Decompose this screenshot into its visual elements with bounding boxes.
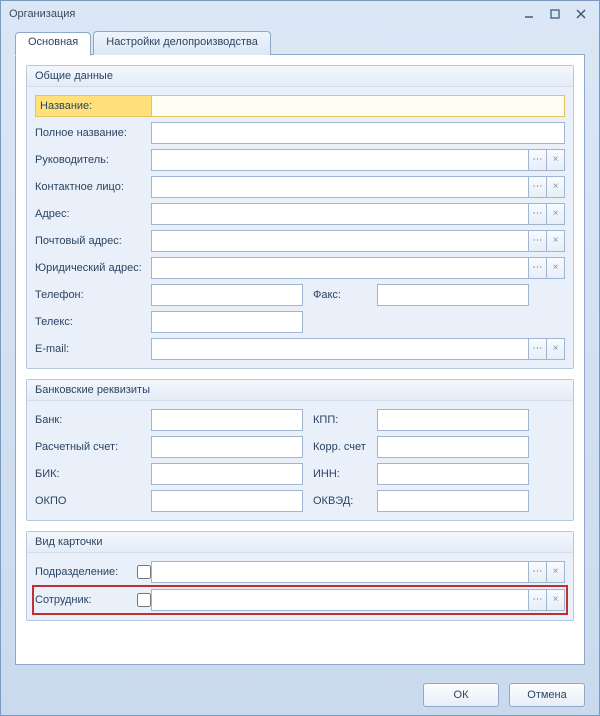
manager-clear-button[interactable]: × [547, 149, 565, 171]
label-manager: Руководитель: [35, 154, 151, 166]
contact-browse-button[interactable]: ⋯ [529, 176, 547, 198]
label-full-name: Полное название: [35, 127, 151, 139]
ellipsis-icon: ⋯ [533, 567, 543, 577]
corr-input[interactable] [377, 436, 529, 458]
ellipsis-icon: ⋯ [533, 182, 543, 192]
ellipsis-icon: ⋯ [533, 263, 543, 273]
cancel-button[interactable]: Отмена [509, 683, 585, 707]
email-input[interactable] [151, 338, 529, 360]
bank-input[interactable] [151, 409, 303, 431]
dept-checkbox[interactable] [137, 565, 151, 579]
label-postal: Почтовый адрес: [35, 235, 151, 247]
clear-icon: × [553, 595, 559, 605]
emp-input[interactable] [151, 589, 529, 611]
emp-checkbox[interactable] [137, 593, 151, 607]
group-card-header: Вид карточки [27, 532, 573, 553]
group-bank-header: Банковские реквизиты [27, 380, 573, 401]
tab-panel-main: Общие данные Название: Полное название: [15, 54, 585, 665]
inn-input[interactable] [377, 463, 529, 485]
label-corr: Корр. счет [303, 441, 377, 453]
email-clear-button[interactable]: × [547, 338, 565, 360]
clear-icon: × [553, 209, 559, 219]
ellipsis-icon: ⋯ [533, 595, 543, 605]
postal-input[interactable] [151, 230, 529, 252]
label-phone: Телефон: [35, 289, 151, 301]
bik-input[interactable] [151, 463, 303, 485]
footer: ОК Отмена [1, 675, 599, 715]
label-email: E-mail: [35, 343, 151, 355]
maximize-button[interactable] [545, 6, 565, 22]
clear-icon: × [553, 236, 559, 246]
dept-clear-button[interactable]: × [547, 561, 565, 583]
label-name: Название: [35, 95, 151, 117]
clear-icon: × [553, 344, 559, 354]
close-button[interactable] [571, 6, 591, 22]
legal-clear-button[interactable]: × [547, 257, 565, 279]
label-okved: ОКВЭД: [303, 495, 377, 507]
content-area: Основная Настройки делопроизводства Общи… [1, 27, 599, 675]
email-browse-button[interactable]: ⋯ [529, 338, 547, 360]
label-dept: Подразделение: [35, 566, 131, 578]
ellipsis-icon: ⋯ [533, 344, 543, 354]
organization-window: Организация Основная Настройки делопроиз… [0, 0, 600, 716]
ellipsis-icon: ⋯ [533, 209, 543, 219]
manager-browse-button[interactable]: ⋯ [529, 149, 547, 171]
group-bank: Банковские реквизиты Банк: КПП: Расчетны… [26, 379, 574, 521]
clear-icon: × [553, 263, 559, 273]
group-general-header: Общие данные [27, 66, 573, 87]
acc-input[interactable] [151, 436, 303, 458]
label-telex: Телекс: [35, 316, 151, 328]
label-legal: Юридический адрес: [35, 262, 151, 274]
postal-browse-button[interactable]: ⋯ [529, 230, 547, 252]
label-emp: Сотрудник: [35, 594, 131, 606]
label-fax: Факс: [303, 289, 377, 301]
minimize-button[interactable] [519, 6, 539, 22]
ok-button[interactable]: ОК [423, 683, 499, 707]
legal-browse-button[interactable]: ⋯ [529, 257, 547, 279]
ellipsis-icon: ⋯ [533, 236, 543, 246]
telex-input[interactable] [151, 311, 303, 333]
tab-main[interactable]: Основная [15, 32, 91, 56]
tab-settings[interactable]: Настройки делопроизводства [93, 31, 271, 55]
label-address: Адрес: [35, 208, 151, 220]
label-bank: Банк: [35, 414, 151, 426]
clear-icon: × [553, 182, 559, 192]
label-okpo: ОКПО [35, 495, 151, 507]
label-kpp: КПП: [303, 414, 377, 426]
emp-row-highlight: Сотрудник: ⋯ × [35, 588, 565, 612]
ellipsis-icon: ⋯ [533, 155, 543, 165]
window-title: Организация [9, 8, 513, 20]
emp-clear-button[interactable]: × [547, 589, 565, 611]
address-clear-button[interactable]: × [547, 203, 565, 225]
emp-browse-button[interactable]: ⋯ [529, 589, 547, 611]
address-input[interactable] [151, 203, 529, 225]
postal-clear-button[interactable]: × [547, 230, 565, 252]
kpp-input[interactable] [377, 409, 529, 431]
name-input[interactable] [151, 95, 565, 117]
clear-icon: × [553, 567, 559, 577]
full-name-input[interactable] [151, 122, 565, 144]
tabstrip: Основная Настройки делопроизводства [15, 31, 585, 55]
label-inn: ИНН: [303, 468, 377, 480]
dept-input[interactable] [151, 561, 529, 583]
label-contact: Контактное лицо: [35, 181, 151, 193]
okved-input[interactable] [377, 490, 529, 512]
dept-browse-button[interactable]: ⋯ [529, 561, 547, 583]
label-bik: БИК: [35, 468, 151, 480]
manager-input[interactable] [151, 149, 529, 171]
titlebar: Организация [1, 1, 599, 27]
contact-input[interactable] [151, 176, 529, 198]
contact-clear-button[interactable]: × [547, 176, 565, 198]
fax-input[interactable] [377, 284, 529, 306]
clear-icon: × [553, 155, 559, 165]
legal-input[interactable] [151, 257, 529, 279]
phone-input[interactable] [151, 284, 303, 306]
group-general: Общие данные Название: Полное название: [26, 65, 574, 369]
okpo-input[interactable] [151, 490, 303, 512]
label-acc: Расчетный счет: [35, 441, 151, 453]
address-browse-button[interactable]: ⋯ [529, 203, 547, 225]
group-card: Вид карточки Подразделение: ⋯ × [26, 531, 574, 621]
